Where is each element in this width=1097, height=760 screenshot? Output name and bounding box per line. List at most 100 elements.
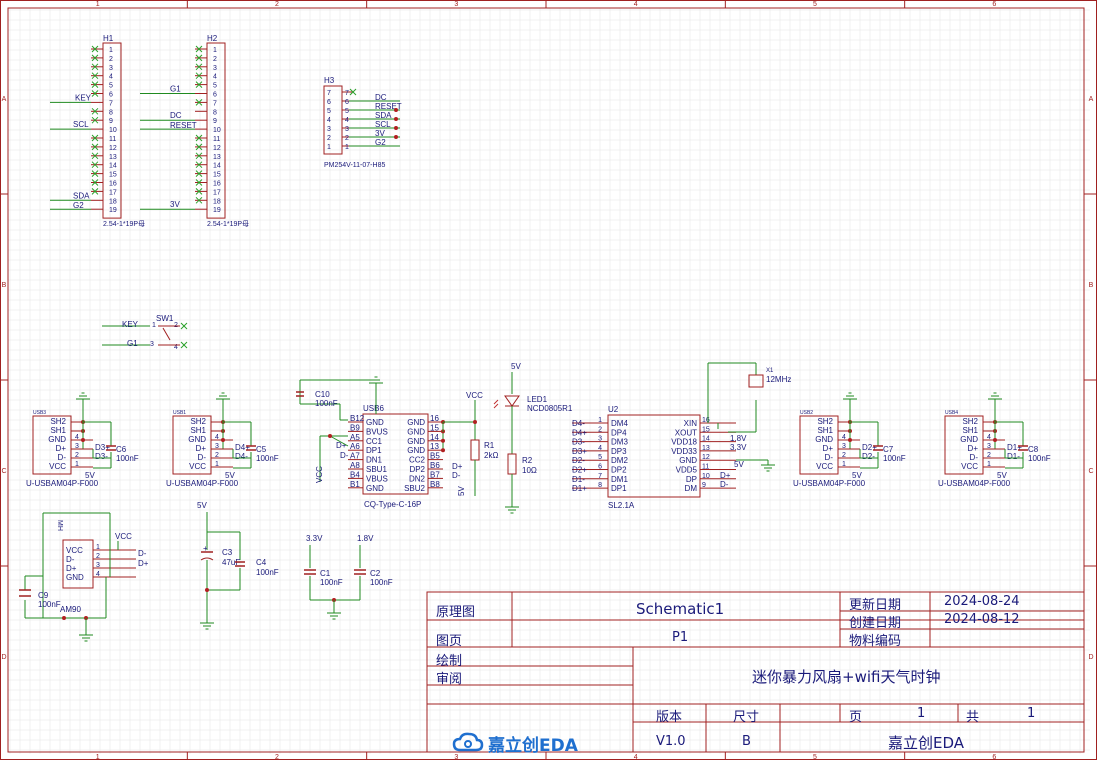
usb-pin-label: SH2: [962, 417, 978, 426]
cap-ref: C4: [256, 558, 267, 567]
header-pin-number: 15: [109, 172, 117, 179]
net-label-scl: SCL: [73, 120, 89, 129]
ic-part-number: SL2.1A: [608, 501, 635, 510]
ic-net-label: D2+: [572, 466, 587, 475]
title-created-value: 2024-08-12: [944, 612, 1020, 627]
ic-pin-number: 10: [702, 473, 710, 480]
ic-pin-label: DM4: [611, 419, 628, 428]
usb-net-label: D4-: [235, 452, 248, 461]
usb-c-pin-label: GND: [407, 427, 425, 436]
usb-pin-label: VCC: [961, 462, 978, 471]
header-pin-number: 3: [109, 65, 113, 72]
usb-pin-label: D+: [196, 444, 207, 453]
title-updated-value: 2024-08-24: [944, 594, 1020, 609]
header-pin-number: 7: [327, 90, 331, 97]
usb-c-pin-number: 16: [430, 414, 439, 423]
usb-part-number: U-USBAM04P-F000: [166, 479, 239, 488]
header-pin-number: 3: [327, 126, 331, 133]
usb-c-pin-label: GND: [407, 437, 425, 446]
crystal-x1: [748, 374, 764, 388]
frame-col-label: 4: [634, 1, 638, 8]
crystal-ref: X1: [766, 368, 774, 374]
usb-c-pin-label: VBUS: [366, 474, 388, 483]
usb-ref: USB3: [33, 410, 46, 416]
usb-pin-label: GND: [815, 435, 833, 444]
title-schematic-name: Schematic1: [636, 600, 725, 618]
schematic-sheet: 112233445566A AB BC CD DH1123456789101112131…: [0, 0, 1097, 760]
header-footprint: PM254V-11-07-H85: [324, 162, 385, 169]
usb-c-pin-label: CC2: [409, 456, 426, 465]
usb-pin-number: 3: [75, 443, 79, 450]
usb-ref: MH: [56, 520, 63, 531]
net-label-g2: G2: [73, 201, 84, 210]
ic-pin-label: DP1: [611, 484, 627, 493]
resistor-value: 2kΩ: [484, 451, 498, 460]
usb-c-pin-number: B7: [430, 470, 440, 479]
junction-dot: [81, 438, 85, 442]
header-pin-number: 17: [213, 189, 221, 196]
usb-pin-number: 1: [96, 544, 100, 551]
header-footprint: 2.54-1*19P母: [103, 220, 145, 228]
usb-pin-label: VCC: [49, 462, 66, 471]
usb-c-pin-label: GND: [366, 418, 384, 427]
usb-pin-number: 4: [987, 434, 991, 441]
title-page-value: P1: [672, 630, 689, 645]
usb-pin-label: D+: [66, 564, 77, 573]
usb-c-net-label: D-: [452, 471, 461, 480]
usb-pin-label: D-: [66, 555, 75, 564]
usb-pin-number: 1: [842, 461, 846, 468]
net-label-dc: DC: [170, 111, 182, 120]
capacitor-plate: [200, 557, 214, 561]
junction-dot: [993, 438, 997, 442]
header-pin-number: 7: [345, 90, 349, 97]
usb-net-label: D1-: [1007, 452, 1020, 461]
header-pin-number: 6: [345, 99, 349, 106]
ic-ref: U2: [608, 405, 619, 414]
frame-col-label: 5: [813, 1, 817, 8]
header-pin-number: 4: [213, 74, 217, 81]
net-label-h3: G2: [375, 138, 386, 147]
usb-pin-label: D-: [970, 453, 979, 462]
usb-c-pin-label: SBU1: [366, 465, 387, 474]
cap-ref: C1: [320, 569, 331, 578]
usb-pin-number: 4: [75, 434, 79, 441]
header-pin-number: 2: [345, 135, 349, 142]
net-label-reset: RESET: [170, 121, 197, 130]
header-pin-number: 12: [213, 145, 221, 152]
ic-pin-number: 14: [702, 436, 710, 443]
ic-net-label: D3+: [572, 447, 587, 456]
usb-part-number: AM90: [60, 605, 81, 614]
ic-pin-number: 5: [598, 454, 602, 461]
header-pin-number: 11: [109, 136, 116, 143]
usb-pin-label: SH2: [190, 417, 206, 426]
switch-pin: 1: [152, 322, 156, 329]
net-label-key: KEY: [122, 320, 139, 329]
usb-c-pin-label: DP2: [409, 465, 425, 474]
header-pin-number: 6: [109, 92, 113, 99]
usb-pin-number: 2: [987, 452, 991, 459]
net-label-key: KEY: [75, 93, 92, 102]
ic-net-label: D4+: [572, 428, 587, 437]
header-pin-number: 6: [213, 92, 217, 99]
junction-dot: [441, 448, 445, 453]
usb-c-pin-label: SBU2: [404, 484, 425, 493]
usb-pin-number: 2: [842, 452, 846, 459]
resistor-ref: R1: [484, 441, 495, 450]
header-pin-number: 3: [345, 126, 349, 133]
usb-pin-number: 3: [842, 443, 846, 450]
junction-dot: [394, 108, 398, 112]
usb-pin-label: D+: [56, 444, 67, 453]
usb-ref: USB6: [363, 404, 384, 413]
usb-part-number: U-USBAM04P-F000: [26, 479, 99, 488]
net-label-h3: 3V: [375, 129, 385, 138]
junction-dot: [394, 126, 398, 130]
ic-pin-number: 2: [598, 426, 602, 433]
usb-pin-label: D-: [198, 453, 207, 462]
header-pin-number: 1: [345, 144, 349, 151]
frame-col-label: 3: [454, 1, 458, 8]
title-drawn-label: 绘制: [436, 654, 463, 669]
usb-pin-number: 1: [75, 461, 79, 468]
usb-pin-number: 4: [215, 434, 219, 441]
frame-col-label: 6: [992, 1, 996, 8]
header-pin-number: 4: [109, 74, 113, 81]
